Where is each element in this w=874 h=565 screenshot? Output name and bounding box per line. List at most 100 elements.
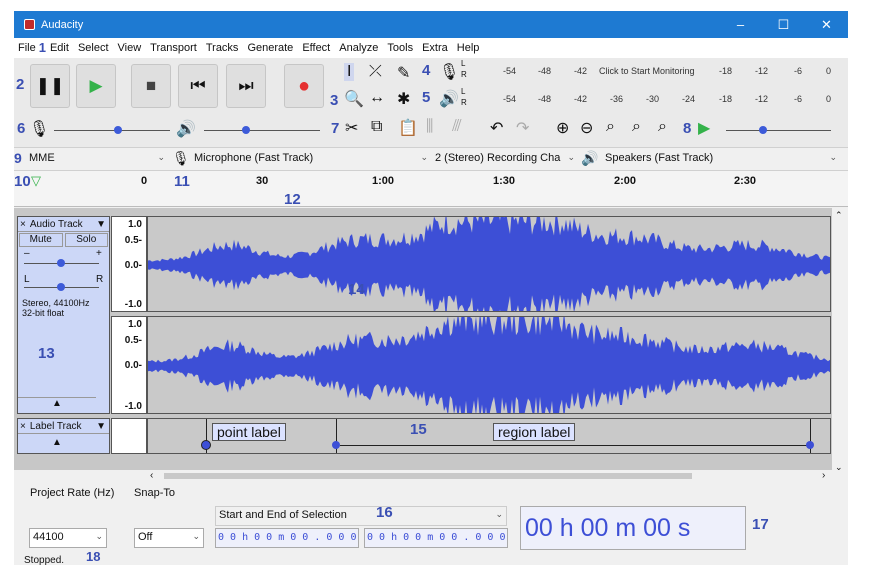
menu-edit[interactable]: Edit [50, 42, 69, 54]
label-track-menu-dropdown-icon[interactable]: ▼ [96, 421, 106, 432]
solo-button[interactable]: Solo [64, 233, 108, 247]
menu-effect[interactable]: Effect [302, 42, 330, 54]
label-track-area[interactable]: point label 15 region label [147, 418, 831, 454]
draw-tool-icon[interactable]: ✎ [397, 63, 410, 83]
callout-16: 16 [376, 504, 393, 521]
pan-knob[interactable] [57, 283, 65, 291]
skip-end-button[interactable]: ⏭ [226, 64, 266, 108]
zoom-out-icon[interactable]: ⊖ [580, 118, 593, 138]
vertical-ruler-left-channel[interactable]: 1.0 0.5- 0.0- -1.0 [111, 216, 147, 312]
label-track-collapse-button[interactable]: ▲ [18, 437, 96, 448]
selection-start-time[interactable]: 0 0 h 0 0 m 0 0 . 0 0 0 s [215, 528, 359, 548]
point-label-handle[interactable] [201, 440, 211, 450]
point-label[interactable]: point label [212, 423, 286, 441]
waveform-left-channel[interactable]: 14 [147, 216, 831, 312]
zoom-toggle-icon[interactable]: ⌕ [658, 118, 667, 136]
paste-icon[interactable]: 📋 [398, 118, 418, 138]
zoom-tool-icon[interactable]: 🔍 [344, 89, 364, 109]
pause-button[interactable]: ❚❚ [30, 64, 70, 108]
redo-icon[interactable]: ↷ [516, 118, 529, 138]
skip-start-button[interactable]: ⏮ [178, 64, 218, 108]
playback-volume-slider[interactable] [204, 130, 320, 131]
track-menu-dropdown-icon[interactable]: ▼ [96, 219, 106, 230]
trim-icon[interactable]: ⫼ [426, 118, 433, 136]
ruler-0-0: 0.0- [124, 260, 142, 271]
recording-volume-slider[interactable] [54, 130, 170, 131]
play-icon: ▶ [89, 76, 103, 95]
scroll-left-icon[interactable]: ‹ [150, 470, 153, 481]
stop-button[interactable]: ■ [131, 64, 171, 108]
audio-track-name[interactable]: Audio Track [30, 219, 83, 230]
recording-device-select[interactable]: Microphone (Fast Track) ⌄ [191, 150, 431, 168]
selection-end-time[interactable]: 0 0 h 0 0 m 0 0 . 0 0 0 s [364, 528, 508, 548]
menu-select[interactable]: Select [78, 42, 109, 54]
scroll-up-icon[interactable]: ⌃ [835, 210, 843, 221]
playback-volume-knob[interactable] [242, 126, 250, 134]
selection-tool-icon[interactable]: Ι [344, 63, 355, 81]
play-at-speed-icon[interactable]: ▶ [698, 118, 710, 138]
recording-channels-select[interactable]: 2 (Stereo) Recording Cha ⌄ [432, 150, 578, 168]
callout-13: 13 [38, 345, 55, 362]
copy-icon[interactable]: ⧉ [371, 118, 382, 136]
record-button[interactable]: ● [284, 64, 324, 108]
recording-volume-knob[interactable] [114, 126, 122, 134]
callout-9: 9 [14, 150, 22, 166]
menu-generate[interactable]: Generate [247, 42, 293, 54]
menu-help[interactable]: Help [457, 42, 480, 54]
zoom-in-icon[interactable]: ⊕ [556, 118, 569, 138]
menu-tools[interactable]: Tools [387, 42, 413, 54]
timeline[interactable]: 10 ▽ 0 11 30 12 1:00 1:30 2:00 2:30 [14, 171, 848, 208]
timeline-options-icon[interactable]: ▽ [31, 173, 41, 189]
vertical-ruler-right-channel[interactable]: 1.0 0.5- 0.0- -1.0 [111, 316, 147, 414]
gain-knob[interactable] [57, 259, 65, 267]
ruler-1-0: 1.0 [128, 219, 142, 230]
close-button[interactable]: ✕ [805, 11, 848, 38]
click-to-start-monitoring[interactable]: Click to Start Monitoring [599, 66, 695, 76]
time-shift-tool-icon[interactable]: ↔ [369, 89, 385, 107]
play-at-speed-knob[interactable] [759, 126, 767, 134]
scroll-right-icon[interactable]: › [822, 470, 825, 481]
menu-bar: File 1 Edit Select View Transport Tracks… [14, 38, 848, 58]
menu-transport[interactable]: Transport [150, 42, 197, 54]
silence-icon[interactable]: ⫻ [452, 118, 462, 136]
snap-to-select[interactable]: Off ⌄ [134, 528, 204, 548]
chevron-down-icon: ⌄ [829, 152, 837, 162]
callout-5: 5 [422, 89, 431, 106]
minimize-button[interactable]: – [719, 11, 762, 38]
timeline-tick-1-30: 1:30 [493, 175, 516, 187]
label-track-name[interactable]: Label Track [30, 421, 82, 432]
rec-tick-18: -18 [719, 66, 733, 76]
envelope-tool-icon[interactable]: ⤫ [369, 63, 382, 81]
project-rate-select[interactable]: 44100 ⌄ [29, 528, 107, 548]
menu-view[interactable]: View [118, 42, 142, 54]
multi-tool-icon[interactable]: ✱ [397, 89, 410, 109]
label-track-close-button[interactable]: × [20, 421, 26, 432]
horizontal-scroll-thumb[interactable] [164, 473, 692, 479]
play-button[interactable]: ▶ [76, 64, 116, 108]
menu-analyze[interactable]: Analyze [339, 42, 378, 54]
selection-mode-select[interactable]: Start and End of Selection ⌄ [215, 506, 507, 526]
audio-host-select[interactable]: MME ⌄ [26, 150, 168, 168]
collapse-track-button[interactable]: ▲ [18, 397, 96, 413]
vertical-scrollbar[interactable]: ⌃ ⌄ [832, 208, 848, 472]
horizontal-scrollbar[interactable]: ‹ › [14, 470, 848, 482]
cut-icon[interactable]: ✂ [345, 118, 358, 138]
audio-position-time[interactable]: 00 h 00 m 00 s [520, 506, 746, 550]
fit-project-icon[interactable]: ⌕ [632, 118, 641, 136]
undo-icon[interactable]: ↶ [490, 118, 503, 138]
record-meter-mic-icon: 🎙 [439, 64, 460, 81]
region-end-handle[interactable] [806, 441, 814, 449]
menu-extra[interactable]: Extra [422, 42, 448, 54]
mute-button[interactable]: Mute [19, 233, 63, 247]
maximize-button[interactable]: ☐ [762, 11, 805, 38]
chevron-down-icon: ⌄ [567, 152, 575, 162]
fit-selection-icon[interactable]: ⌕ [606, 118, 615, 136]
audio-track-close-button[interactable]: × [20, 219, 26, 230]
menu-file[interactable]: File [18, 42, 36, 54]
waveform-right-channel[interactable] [147, 316, 831, 414]
region-start-handle[interactable] [332, 441, 340, 449]
region-label[interactable]: region label [493, 423, 576, 441]
playback-device-select[interactable]: Speakers (Fast Track) ⌄ [602, 150, 840, 168]
menu-tracks[interactable]: Tracks [206, 42, 239, 54]
play-at-speed-slider[interactable] [726, 130, 831, 131]
